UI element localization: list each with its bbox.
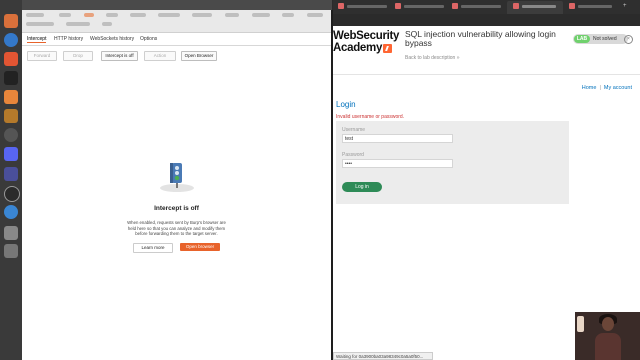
lab-label: LAB [574,35,590,43]
app-icon[interactable] [4,14,18,28]
trash-icon[interactable] [4,244,18,258]
open-browser-button[interactable]: Open Browser [181,51,217,61]
intercept-toggle-button[interactable]: Intercept is off [101,51,138,61]
app-dock [0,0,22,360]
tab-options[interactable]: Options [140,36,157,42]
window-titlebar [22,0,332,10]
tab-intercept[interactable]: Intercept [27,36,47,43]
drop-button[interactable]: Drop [63,51,93,61]
academy-logo-icon [383,44,392,53]
proxy-subtabs: Intercept HTTP history WebSockets histor… [22,33,331,46]
login-form: Username test Password •••• Log in [336,121,569,204]
page-title: Login [336,100,356,109]
traffic-light-icon [159,163,194,192]
webcam-overlay [575,312,640,360]
tab-favicon[interactable] [569,3,575,9]
home-link[interactable]: Home [582,85,597,91]
lab-title: SQL injection vulnerability allowing log… [405,29,556,48]
logo-line-1[interactable]: WebSecurity [333,30,399,42]
lab-web-page: WebSecurity Academy SQL injection vulner… [333,26,640,360]
action-button[interactable]: Action [144,51,176,61]
bolt-icon[interactable] [4,167,18,181]
intercept-off-panel: Intercept is off When enabled, requests … [22,160,331,253]
site-nav: Home | My account [582,85,632,91]
username-field[interactable]: test [342,134,453,143]
tab-favicon[interactable] [452,3,458,9]
browser-status-bar: Waiting for 0a3900ba03a98349c0a5a0f50... [333,352,433,360]
lab-status-badge: LAB Not solved [573,34,628,44]
back-to-lab-link[interactable]: Back to lab description » [405,55,459,61]
help-icon[interactable] [4,33,18,47]
close-icon[interactable]: × [624,35,633,44]
intercept-off-description: When enabled, requests sent by Burp's br… [127,220,226,236]
tab-websockets-history[interactable]: WebSockets history [90,36,134,42]
drive-icon[interactable] [4,226,18,240]
lab-status-text: Not solved [593,36,617,42]
terminal-icon[interactable] [4,71,18,85]
login-button[interactable]: Log in [342,182,382,192]
password-field[interactable]: •••• [342,159,453,168]
password-label: Password [342,152,364,158]
compass-icon[interactable] [4,186,20,202]
proton-icon[interactable] [4,128,18,142]
tab-favicon[interactable] [513,3,519,9]
open-browser-cta-button[interactable]: Open browser [180,242,220,251]
chromium-icon[interactable] [4,205,18,219]
my-account-link[interactable]: My account [604,85,632,91]
tab-http-history[interactable]: HTTP history [54,36,83,42]
username-label: Username [342,127,366,133]
logo-line-2[interactable]: Academy [333,42,382,54]
burp-icon[interactable] [4,90,18,104]
login-error-message: Invalid username or password. [336,114,405,120]
learn-more-button[interactable]: Learn more [133,242,173,253]
discord-icon[interactable] [4,147,18,161]
burp-suite-window: Intercept HTTP history WebSockets histor… [22,10,331,360]
lab-header: WebSecurity Academy SQL injection vulner… [333,26,640,75]
brave-icon[interactable] [4,52,18,66]
tab-favicon[interactable] [395,3,401,9]
new-tab-icon[interactable]: + [623,3,627,9]
intercept-off-title: Intercept is off [154,205,199,212]
archive-icon[interactable] [4,109,18,123]
tab-favicon[interactable] [338,3,344,9]
nav-separator: | [599,85,601,91]
burp-main-tabs [22,10,331,33]
forward-button[interactable]: Forward [27,51,57,61]
intercept-toolbar: Forward Drop Intercept is off Action Ope… [22,51,331,65]
browser-tab-bar: + [333,0,640,14]
